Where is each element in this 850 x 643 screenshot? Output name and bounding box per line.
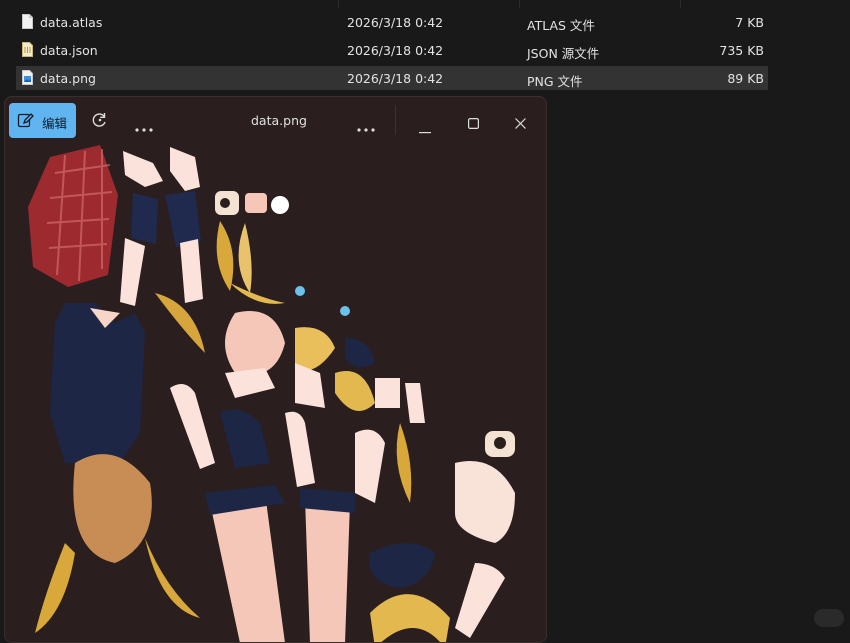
- edit-button[interactable]: 编辑: [9, 103, 76, 138]
- file-date: 2026/3/18 0:42: [347, 15, 444, 30]
- column-divider[interactable]: [519, 0, 520, 8]
- file-name: data.atlas: [40, 15, 103, 30]
- minimize-icon[interactable]: [419, 119, 431, 138]
- file-date: 2026/3/18 0:42: [347, 71, 444, 86]
- more-icon[interactable]: [135, 117, 153, 136]
- rotate-icon[interactable]: [91, 111, 109, 133]
- sprite-atlas-image: [5, 143, 546, 642]
- close-icon[interactable]: [515, 114, 526, 133]
- column-divider[interactable]: [680, 0, 681, 8]
- image-file-icon: [22, 70, 33, 85]
- image-canvas[interactable]: [5, 143, 546, 642]
- file-name: data.png: [40, 71, 96, 86]
- file-date: 2026/3/18 0:42: [347, 43, 444, 58]
- edit-button-label: 编辑: [42, 116, 68, 131]
- viewer-title: data.png: [251, 113, 307, 128]
- file-row-selected[interactable]: data.png 2026/3/18 0:42 PNG 文件 89 KB: [16, 66, 768, 90]
- maximize-icon[interactable]: [468, 114, 480, 133]
- file-size: 7 KB: [735, 15, 764, 30]
- shirt-sprite: [50, 303, 145, 463]
- file-type: JSON 源文件: [527, 46, 600, 61]
- file-type: ATLAS 文件: [527, 18, 595, 33]
- file-row[interactable]: data.atlas 2026/3/18 0:42 ATLAS 文件 7 KB: [16, 10, 768, 34]
- viewer-titlebar[interactable]: 编辑 data.png: [5, 97, 546, 143]
- json-file-icon: [22, 42, 33, 57]
- more-icon[interactable]: [357, 117, 375, 136]
- watermark: [814, 609, 844, 627]
- file-name: data.json: [40, 43, 98, 58]
- file-size: 89 KB: [727, 71, 764, 86]
- file-icon: [22, 14, 33, 29]
- column-divider[interactable]: [338, 0, 339, 8]
- file-row[interactable]: data.json 2026/3/18 0:42 JSON 源文件 735 KB: [16, 38, 768, 62]
- image-viewer-window: 编辑 data.png: [4, 96, 547, 643]
- pencil-icon: [17, 112, 34, 132]
- file-size: 735 KB: [719, 43, 764, 58]
- file-type: PNG 文件: [527, 74, 583, 89]
- titlebar-divider: [395, 105, 396, 135]
